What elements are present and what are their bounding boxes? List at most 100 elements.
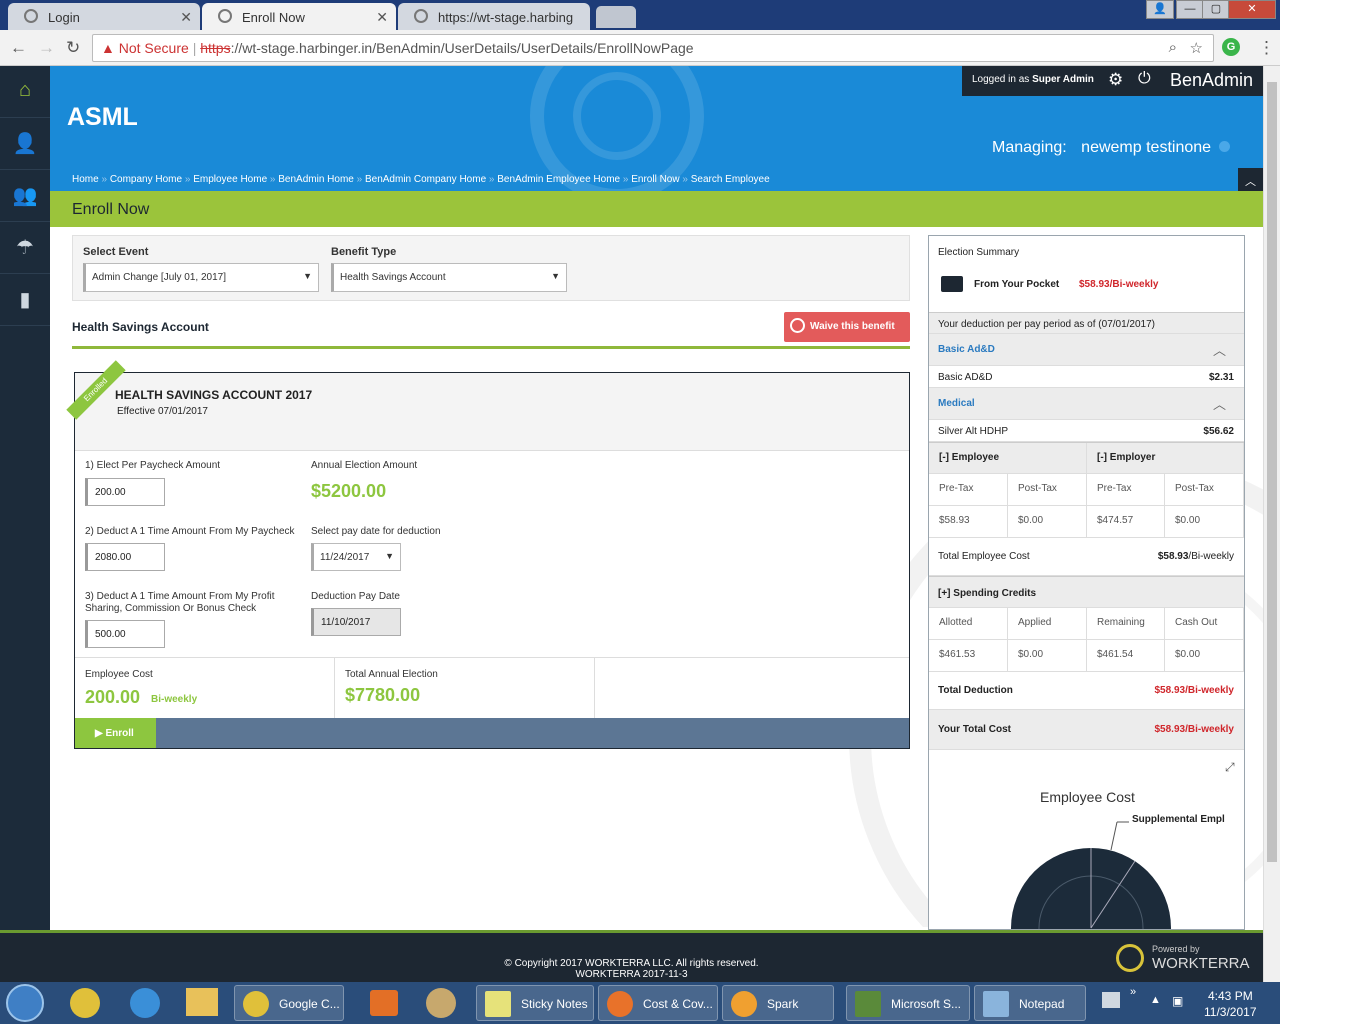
paydate-label: Select pay date for deduction (311, 526, 441, 537)
group-medical[interactable]: Medical ︿ (929, 388, 1244, 420)
power-icon[interactable]: ⏻ (1138, 70, 1151, 88)
expand-icon[interactable]: ⤢ (1225, 760, 1235, 775)
page-header: Logged in as Super Admin ⚙ ⏻ BenAdmin AS… (50, 66, 1263, 191)
footer-brand: WORKTERRA (1152, 955, 1250, 972)
benefit-select[interactable]: Health Savings Account ▼ (331, 263, 567, 292)
breadcrumb-item[interactable]: Home (72, 174, 99, 185)
paint-icon[interactable] (426, 988, 456, 1018)
tab-enroll-now[interactable]: Enroll Now ✕ (202, 3, 396, 30)
info-icon[interactable] (1219, 141, 1231, 152)
maximize-button[interactable]: ▢ (1202, 0, 1230, 19)
chevron-up-icon[interactable]: ︿ (1213, 340, 1226, 359)
media-icon[interactable] (370, 990, 398, 1016)
clock-time[interactable]: 4:43 PM (1208, 989, 1253, 1003)
breadcrumb-item[interactable]: BenAdmin Employee Home (497, 174, 620, 185)
explorer-icon[interactable] (186, 988, 218, 1016)
tab-wt-stage[interactable]: https://wt-stage.harbing (398, 3, 590, 30)
chrome-icon[interactable] (70, 988, 100, 1018)
group-basic-add[interactable]: Basic Ad&D ︿ (929, 334, 1244, 366)
per-paycheck-input[interactable]: 200.00 (85, 478, 165, 506)
address-toolbar: ← → ↻ ▲ Not Secure | https://wt-stage.ha… (0, 30, 1280, 66)
clock-date[interactable]: 11/3/2017 (1204, 1005, 1257, 1019)
firefox-icon (607, 991, 633, 1017)
gear-icon[interactable]: ⚙ (1108, 70, 1123, 90)
zoom-icon[interactable]: ⌕ (1169, 39, 1177, 56)
new-tab-button[interactable] (596, 6, 636, 28)
employer-toggle[interactable]: [-] Employer (1087, 443, 1244, 473)
cost-row: Employee Cost 200.00 Bi-weekly Total Ann… (75, 657, 909, 718)
col-label: Applied (1008, 608, 1087, 639)
taskbar-notepad[interactable]: Notepad (974, 985, 1086, 1021)
collapse-up-icon[interactable]: ︿ (1238, 168, 1263, 191)
managing-name[interactable]: newemp testinone (1081, 139, 1211, 156)
enroll-button[interactable]: ▶ Enroll (75, 718, 156, 748)
scroll-thumb[interactable] (1267, 82, 1277, 862)
spending-credits-header[interactable]: [+] Spending Credits (929, 576, 1244, 608)
total-ded-value: $58.93/Bi-weekly (1154, 685, 1235, 696)
reload-icon[interactable]: ↻ (66, 38, 80, 58)
waive-label: Waive this benefit (810, 321, 895, 332)
breadcrumb-item[interactable]: Enroll Now (631, 174, 679, 185)
logged-prefix: Logged in as (972, 74, 1030, 85)
network-icon[interactable]: ▣ (1172, 994, 1183, 1008)
tray-folder-icon[interactable] (1102, 992, 1120, 1008)
menu-icon[interactable]: ⋮ (1258, 38, 1275, 58)
taskbar-chrome[interactable]: Google C... (234, 985, 344, 1021)
plan-effective: Effective 07/01/2017 (117, 406, 208, 417)
employee-cost-chart (1011, 821, 1171, 929)
deddate-label: Deduction Pay Date (311, 591, 400, 602)
q3-label-line1: 3) Deduct A 1 Time Amount From My Profit (85, 591, 275, 602)
bonus-check-input[interactable]: 500.00 (85, 620, 165, 648)
minimize-button[interactable]: — (1176, 0, 1204, 19)
build-version: WORKTERRA 2017-11-3 (575, 969, 688, 980)
start-button[interactable] (6, 984, 44, 1022)
taskbar-firefox[interactable]: Cost & Cov... (598, 985, 718, 1021)
grammarly-icon[interactable]: G (1222, 38, 1240, 56)
line-item: Silver Alt HDHP $56.62 (929, 420, 1244, 442)
star-icon[interactable]: ☆ (1190, 39, 1203, 57)
users-icon[interactable]: 👥 (0, 170, 50, 222)
breadcrumb-item[interactable]: Company Home (110, 174, 182, 185)
url-bar[interactable]: ▲ Not Secure | https://wt-stage.harbinge… (92, 34, 1214, 62)
total-ded-label: Total Deduction (938, 685, 1013, 696)
spark-icon (731, 991, 757, 1017)
url-scheme: https (200, 40, 231, 56)
user-icon[interactable]: 👤 (1146, 0, 1174, 19)
one-time-paycheck-input[interactable]: 2080.00 (85, 543, 165, 571)
chevron-up-icon[interactable]: ︿ (1213, 394, 1226, 413)
employee-toggle[interactable]: [-] Employee (929, 443, 1087, 473)
close-tab-icon[interactable]: ✕ (180, 9, 192, 26)
user-icon[interactable]: 👤 (0, 118, 50, 170)
page-footer: © Copyright 2017 WORKTERRA LLC. All righ… (0, 930, 1263, 982)
event-select[interactable]: Admin Change [July 01, 2017] ▼ (83, 263, 319, 292)
paydate-select[interactable]: 11/24/2017 ▼ (311, 543, 401, 571)
taskbar-sticky-notes[interactable]: Sticky Notes (476, 985, 594, 1021)
tray-arrow-icon[interactable]: ▲ (1150, 994, 1161, 1006)
group-name: Medical (938, 398, 975, 409)
close-window-button[interactable]: ✕ (1228, 0, 1276, 19)
breadcrumb-item[interactable]: BenAdmin Home (278, 174, 354, 185)
breadcrumb-item[interactable]: Search Employee (691, 174, 770, 185)
taskbar-microsoft[interactable]: Microsoft S... (846, 985, 970, 1021)
section-divider (72, 346, 910, 349)
contrib-header: [-] Employee [-] Employer (929, 442, 1244, 474)
tray-expand-icon[interactable]: » (1130, 986, 1136, 998)
breadcrumb-item[interactable]: BenAdmin Company Home (365, 174, 486, 185)
back-icon[interactable]: ← (10, 38, 27, 58)
umbrella-dollar-icon[interactable]: ☂ (0, 222, 50, 274)
taskbar-spark[interactable]: Spark (722, 985, 834, 1021)
breadcrumb-separator: » (620, 174, 632, 185)
header-decoration (530, 66, 704, 191)
forward-icon[interactable]: → (38, 38, 55, 58)
breadcrumb-item[interactable]: Employee Home (193, 174, 267, 185)
credits-toggle[interactable]: [+] Spending Credits (938, 588, 1036, 599)
col-value: $0.00 (1008, 640, 1087, 671)
close-tab-icon[interactable]: ✕ (376, 9, 388, 26)
col-value: $0.00 (1008, 506, 1087, 537)
bar-chart-icon[interactable]: ▮ (0, 274, 50, 326)
waive-benefit-button[interactable]: Waive this benefit (784, 312, 910, 342)
home-icon[interactable]: ⌂ (0, 66, 50, 118)
ie-icon[interactable] (130, 988, 160, 1018)
tab-login[interactable]: Login ✕ (8, 3, 200, 30)
page-scrollbar[interactable] (1263, 66, 1280, 982)
